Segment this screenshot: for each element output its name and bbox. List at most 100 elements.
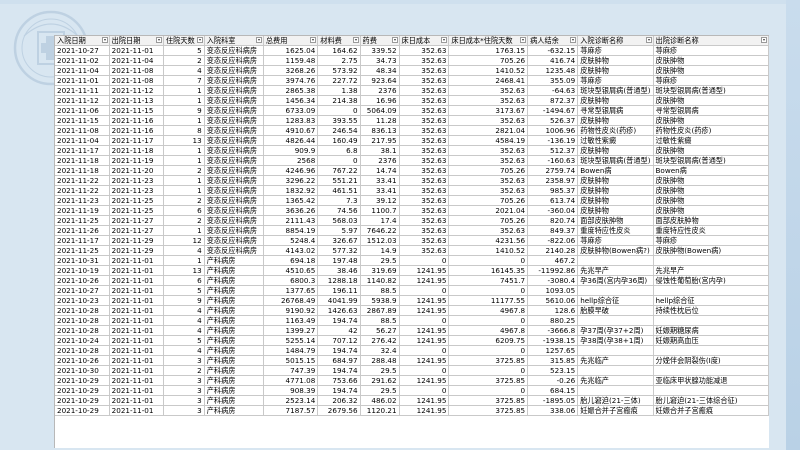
table-cell[interactable]: 产科病房 (204, 365, 264, 376)
table-cell[interactable]: 皮肤肿物 (577, 95, 654, 106)
table-cell[interactable]: 1399.27 (263, 325, 319, 336)
table-cell[interactable]: 0 (399, 315, 450, 326)
table-cell[interactable]: 胎儿窘迫(21-三体) (577, 395, 654, 406)
table-cell[interactable]: 33.41 (360, 185, 400, 196)
table-cell[interactable]: 753.66 (317, 375, 361, 386)
table-cell[interactable]: 1241.95 (399, 355, 450, 366)
table-cell[interactable]: 2 (163, 165, 205, 176)
table-cell[interactable]: 352.63 (399, 185, 450, 196)
table-cell[interactable]: 2021-11-15 (109, 105, 164, 116)
table-cell[interactable]: 2021-11-16 (109, 125, 164, 136)
table-cell[interactable]: -1494.67 (527, 105, 579, 116)
table-cell[interactable]: 6733.09 (263, 105, 319, 116)
table-cell[interactable]: 2021-10-26 (55, 355, 110, 366)
filter-dropdown-icon[interactable] (520, 37, 527, 43)
column-header[interactable]: 出院诊断名称 (653, 36, 769, 46)
table-cell[interactable]: 1 (163, 185, 205, 196)
table-cell[interactable]: 88.5 (360, 285, 400, 296)
table-cell[interactable]: 0 (399, 365, 450, 376)
table-cell[interactable]: 1 (163, 175, 205, 186)
spreadsheet-view[interactable]: 入院日期 出院日期 住院天数 入院科室 总费用 材料费 药费 床日成本 床日成本*住院天数 病人结… (54, 35, 769, 448)
table-cell[interactable]: -1938.15 (527, 335, 579, 346)
table-cell[interactable]: Bowen病 (653, 165, 769, 176)
table-cell[interactable]: 577.32 (317, 245, 361, 256)
table-cell[interactable]: 变态反应科病房 (204, 145, 264, 156)
filter-dropdown-icon[interactable] (310, 37, 317, 43)
table-cell[interactable]: 5015.15 (263, 355, 319, 366)
table-cell[interactable]: 变态反应科病房 (204, 185, 264, 196)
table-cell[interactable]: 1377.65 (263, 285, 319, 296)
table-cell[interactable]: 3268.26 (263, 65, 319, 76)
table-cell[interactable]: 产科病房 (204, 355, 264, 366)
table-cell[interactable]: 1241.95 (399, 295, 450, 306)
table-cell[interactable]: 16145.35 (448, 265, 529, 276)
table-cell[interactable]: 产科病房 (204, 345, 264, 356)
table-cell[interactable]: 斑块型银屑病(普通型) (653, 85, 769, 96)
table-cell[interactable]: 2021-11-01 (109, 295, 164, 306)
table-cell[interactable]: 29.5 (360, 365, 400, 376)
table-cell[interactable]: 皮肤肿物 (577, 65, 654, 76)
table-cell[interactable]: 2021-11-25 (109, 195, 164, 206)
table-cell[interactable]: 1.38 (317, 85, 361, 96)
table-cell[interactable]: 皮肤肿物 (577, 115, 654, 126)
table-cell[interactable]: 352.63 (448, 155, 529, 166)
table-cell[interactable]: 皮肤肿物 (577, 145, 654, 156)
table-cell[interactable]: -360.04 (527, 205, 579, 216)
table-cell[interactable]: 2021-11-18 (55, 155, 110, 166)
table-cell[interactable]: 4041.99 (317, 295, 361, 306)
table-cell[interactable]: 2821.04 (448, 125, 529, 136)
table-cell[interactable]: 荨麻疹 (577, 45, 654, 56)
table-cell[interactable]: 694.18 (263, 255, 319, 266)
table-cell[interactable]: -64.63 (527, 85, 579, 96)
table-cell[interactable]: 0 (448, 345, 529, 356)
table-cell[interactable]: 变态反应科病房 (204, 55, 264, 66)
table-cell[interactable]: 4910.67 (263, 125, 319, 136)
table-cell[interactable]: 26768.49 (263, 295, 319, 306)
table-cell[interactable]: 4246.96 (263, 165, 319, 176)
table-cell[interactable]: -3080.4 (527, 275, 579, 286)
table-cell[interactable]: 2021-11-01 (109, 405, 164, 416)
table-cell[interactable]: 1241.95 (399, 405, 450, 416)
table-cell[interactable]: 352.63 (399, 175, 450, 186)
table-cell[interactable]: 2021-11-25 (109, 205, 164, 216)
table-cell[interactable]: 皮肤肿物 (653, 95, 769, 106)
table-cell[interactable]: 4 (163, 325, 205, 336)
table-cell[interactable]: 338.06 (527, 405, 579, 416)
column-header[interactable]: 入院诊断名称 (577, 36, 654, 46)
table-cell[interactable]: 面部皮肤肿物 (653, 215, 769, 226)
table-cell[interactable]: 1257.65 (527, 345, 579, 356)
table-cell[interactable]: 11177.55 (448, 295, 529, 306)
table-cell[interactable]: 2021-11-08 (55, 125, 110, 136)
table-cell[interactable]: 613.74 (527, 195, 579, 206)
table-cell[interactable]: 2021-10-29 (55, 405, 110, 416)
table-cell[interactable]: 1100.7 (360, 205, 400, 216)
table-cell[interactable]: 产科病房 (204, 405, 264, 416)
table-cell[interactable]: 194.74 (317, 315, 361, 326)
table-cell[interactable]: 2021-11-11 (55, 85, 110, 96)
table-cell[interactable]: 3 (163, 385, 205, 396)
table-cell[interactable]: 2867.89 (360, 305, 400, 316)
table-cell[interactable]: 2021-10-29 (55, 395, 110, 406)
table-cell[interactable]: 160.49 (317, 135, 361, 146)
table-cell[interactable]: 妊娠合并子宫瘢痕 (653, 405, 769, 416)
table-cell[interactable]: 352.63 (399, 115, 450, 126)
table-cell[interactable]: 2111.43 (263, 215, 319, 226)
table-cell[interactable]: 5255.14 (263, 335, 319, 346)
table-cell[interactable]: 1 (163, 115, 205, 126)
filter-dropdown-icon[interactable] (570, 37, 577, 43)
table-cell[interactable]: -0.26 (527, 375, 579, 386)
table-cell[interactable]: 2468.41 (448, 75, 529, 86)
table-cell[interactable]: 276.42 (360, 335, 400, 346)
table-cell[interactable]: 皮肤肿物(Bowen病?) (577, 245, 654, 256)
table-cell[interactable]: 29.5 (360, 255, 400, 266)
table-cell[interactable]: 变态反应科病房 (204, 165, 264, 176)
table-cell[interactable]: 3725.85 (448, 355, 529, 366)
table-cell[interactable]: -11992.86 (527, 265, 579, 276)
table-cell[interactable]: 2021-11-27 (109, 215, 164, 226)
table-cell[interactable]: 5064.09 (360, 105, 400, 116)
table-cell[interactable]: 1241.95 (399, 335, 450, 346)
table-cell[interactable]: 1426.63 (317, 305, 361, 316)
table-cell[interactable]: 352.63 (399, 95, 450, 106)
table-cell[interactable]: 2021-10-23 (55, 295, 110, 306)
table-cell[interactable]: 291.62 (360, 375, 400, 386)
